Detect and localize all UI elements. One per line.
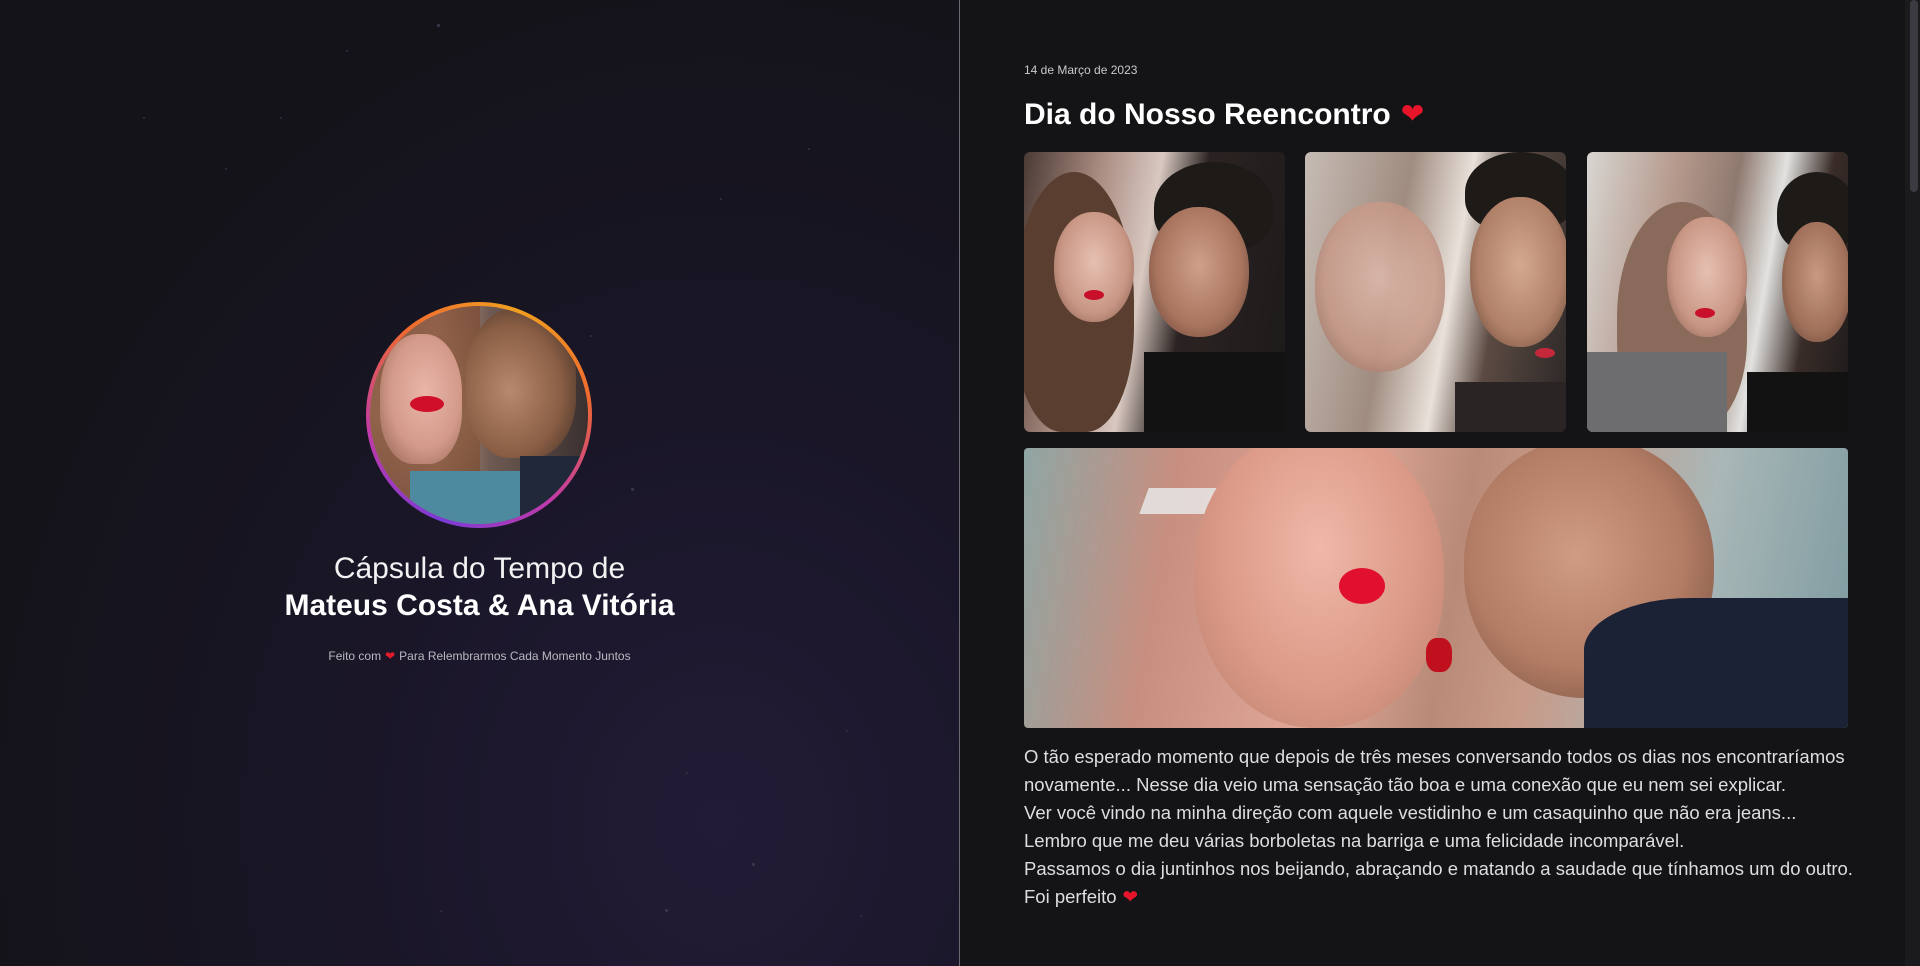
star xyxy=(631,488,634,491)
couple-names: Mateus Costa & Ana Vitória xyxy=(284,589,675,622)
entry-title: Dia do Nosso Reencontro ❤ xyxy=(1024,97,1424,132)
photo-detail xyxy=(1587,352,1727,432)
heart-icon: ❤ xyxy=(1400,98,1425,129)
photo-detail xyxy=(1667,217,1747,337)
star xyxy=(143,117,145,119)
capsule-title: Cápsula do Tempo de xyxy=(333,552,626,585)
photo-detail xyxy=(410,471,520,524)
star xyxy=(225,168,227,170)
memory-entry: 14 de Março de 2023 Dia do Nosso Reencon… xyxy=(960,0,1905,966)
star xyxy=(720,198,722,200)
couple-avatar xyxy=(366,302,592,528)
made-with-footer: Feito com ❤ Para Relembrarmos Cada Momento… xyxy=(0,649,959,663)
heart-icon: ❤ xyxy=(1122,886,1139,907)
entry-title-text: Dia do Nosso Reencontro xyxy=(1024,98,1391,131)
photo-detail xyxy=(1584,598,1848,728)
star xyxy=(440,910,442,912)
photo-detail xyxy=(1149,207,1249,337)
entry-paragraph-last: Passamos o dia juntinhos nos beijando, a… xyxy=(1024,855,1854,911)
photo-detail xyxy=(1339,568,1385,604)
photo-detail xyxy=(466,308,576,458)
star xyxy=(665,909,668,912)
scrollbar[interactable] xyxy=(1905,0,1920,966)
entry-paragraph: Ver você vindo na minha direção com aque… xyxy=(1024,802,1797,851)
star xyxy=(752,863,755,866)
scrollbar-thumb[interactable] xyxy=(1910,0,1918,192)
photo-detail xyxy=(410,396,444,412)
photo-detail xyxy=(1470,197,1566,347)
photo-detail xyxy=(1535,348,1555,358)
star xyxy=(280,117,282,119)
memory-photo-4[interactable] xyxy=(1024,448,1848,728)
star xyxy=(686,772,688,774)
entry-date: 14 de Março de 2023 xyxy=(1024,63,1138,77)
memory-photo-2[interactable] xyxy=(1305,152,1566,432)
photo-detail xyxy=(1455,382,1566,432)
star xyxy=(860,915,862,917)
footer-suffix: Para Relembrarmos Cada Momento Juntos xyxy=(399,649,631,663)
footer-prefix: Feito com xyxy=(328,649,382,663)
star xyxy=(846,730,848,732)
photo-detail xyxy=(1144,352,1285,432)
app-root: Cápsula do Tempo de Mateus Costa & Ana V… xyxy=(0,0,1920,966)
photo-detail xyxy=(1426,638,1452,672)
entry-text: O tão esperado momento que depois de trê… xyxy=(1024,743,1854,911)
photo-detail xyxy=(1695,308,1715,318)
cover-panel: Cápsula do Tempo de Mateus Costa & Ana V… xyxy=(0,0,959,966)
photo-detail xyxy=(1194,448,1444,728)
photo-detail xyxy=(520,456,588,524)
star xyxy=(808,148,810,150)
star xyxy=(590,335,592,337)
entry-paragraph: O tão esperado momento que depois de trê… xyxy=(1024,746,1845,795)
photo-detail xyxy=(1054,212,1134,322)
photo-detail xyxy=(1747,372,1848,432)
star xyxy=(346,50,348,52)
avatar-photo xyxy=(370,306,588,524)
photo-detail xyxy=(1315,202,1445,372)
heart-icon: ❤ xyxy=(385,649,396,663)
star xyxy=(437,24,440,27)
photo-detail xyxy=(1084,290,1104,300)
memory-photo-1[interactable] xyxy=(1024,152,1285,432)
entry-paragraph: Passamos o dia juntinhos nos beijando, a… xyxy=(1024,858,1853,907)
memory-photo-3[interactable] xyxy=(1587,152,1848,432)
photo-detail xyxy=(1782,222,1848,342)
